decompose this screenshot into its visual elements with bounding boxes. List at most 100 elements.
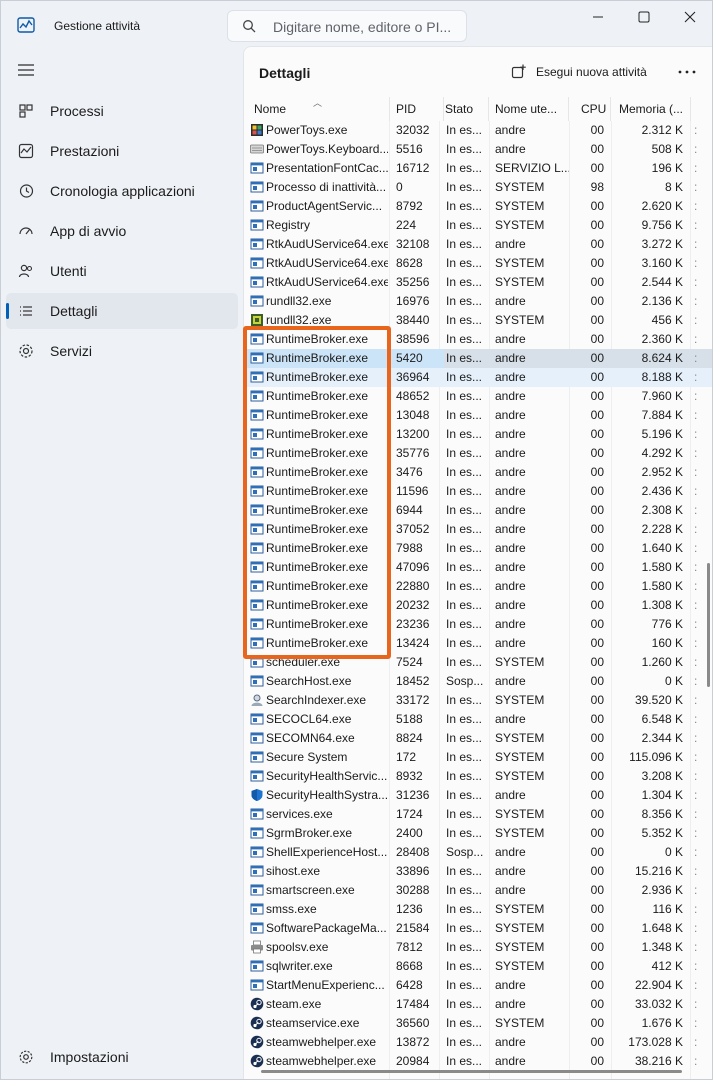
table-row[interactable]: rundll32.exe 16976 In es... andre 00 2.136 K: [244,292,712,311]
sidebar-item-processes[interactable]: Processi [6,93,238,129]
process-name: RuntimeBroker.exe [266,484,369,498]
table-row[interactable]: rundll32.exe 38440 In es... SYSTEM 00 456 K: [244,311,712,330]
more-options-icon[interactable] [676,64,698,80]
minimize-button[interactable] [575,1,621,33]
process-name: RtkAudUService64.exe [266,275,388,289]
table-row[interactable]: RuntimeBroker.exe 13424 In es... andre 00 160… [244,634,712,653]
cpu-cell: 00 [590,693,604,707]
pid-cell: 7812 [396,940,423,954]
sidebar-item-details[interactable]: Dettagli [6,293,238,329]
column-header-memory[interactable]: Memoria (... [611,97,691,121]
process-name-cell: RuntimeBroker.exe [244,596,390,615]
table-row[interactable]: Processo di inattività... 0 In es... SYSTEM… [244,178,712,197]
user-cell: SYSTEM [495,807,545,821]
table-row[interactable]: RtkAudUService64.exe 8628 In es... SYSTEM 00… [244,254,712,273]
table-row[interactable]: Secure System 172 In es... SYSTEM 00 115.096 … [244,748,712,767]
table-row[interactable]: SecurityHealthServic... 8932 In es... SYSTE… [244,767,712,786]
table-row[interactable]: RtkAudUService64.exe 32108 In es... andre 00… [244,235,712,254]
table-row[interactable]: smartscreen.exe 30288 In es... andre 00 2.936… [244,881,712,900]
table-row[interactable]: SECOMN64.exe 8824 In es... SYSTEM 00 2.344 K: [244,729,712,748]
sidebar-item-performance[interactable]: Prestazioni [6,133,238,169]
table-row[interactable]: RuntimeBroker.exe 3476 In es... andre 00 2.95… [244,463,712,482]
table-row[interactable]: RuntimeBroker.exe 36964 In es... andre 00 8.1… [244,368,712,387]
sidebar-item-services[interactable]: Servizi [6,333,238,369]
user-cell: andre [495,503,526,517]
user-cell: andre [495,712,526,726]
search-input[interactable]: Digitare nome, editore o PI... [227,10,467,42]
table-row[interactable]: steamservice.exe 36560 In es... SYSTEM 00 1.6… [244,1014,712,1033]
memory-cell: 8 K [664,180,683,194]
process-name-cell: steam.exe [244,995,390,1014]
maximize-button[interactable] [621,1,667,33]
table-row[interactable]: smss.exe 1236 In es... SYSTEM 00 116 K: [244,900,712,919]
table-row[interactable]: SearchHost.exe 18452 Sosp... andre 00 0 K: [244,672,712,691]
truncated-cell: : [694,845,698,859]
user-cell: andre [495,845,526,859]
table-row[interactable]: PowerToys.exe 32032 In es... andre 00 2.312 K… [244,121,712,140]
sidebar-item-users[interactable]: Utenti [6,253,238,289]
table-row[interactable]: StartMenuExperienc... 6428 In es... andre 00… [244,976,712,995]
table-row[interactable]: PresentationFontCac... 16712 In es... SERVI… [244,159,712,178]
column-header-status[interactable]: Stato [439,97,489,121]
memory-cell: 196 K [651,161,683,175]
table-row[interactable]: RuntimeBroker.exe 13200 In es... andre 00 5.1… [244,425,712,444]
table-row[interactable]: ShellExperienceHost... 28408 Sosp... andre 0… [244,843,712,862]
column-header-user[interactable]: Nome ute... [489,97,569,121]
memory-cell: 1.580 K [641,560,683,574]
table-row[interactable]: RuntimeBroker.exe 37052 In es... andre 00 2.2… [244,520,712,539]
horizontal-scrollbar[interactable] [261,1070,682,1073]
close-button[interactable] [667,1,712,33]
sidebar-item-settings[interactable]: Impostazioni [6,1039,238,1075]
column-header-cpu[interactable]: CPU [569,97,611,121]
sidebar-item-startup-apps[interactable]: App di avvio [6,213,238,249]
table-row[interactable]: PowerToys.Keyboard... 5516 In es... andre 00… [244,140,712,159]
table-row[interactable]: RuntimeBroker.exe 20232 In es... andre 00 1.3… [244,596,712,615]
column-header-name[interactable]: ︿ Nome [244,97,390,121]
table-row[interactable]: ProductAgentServic... 8792 In es... SYSTEM 0… [244,197,712,216]
sidebar-item-app-history[interactable]: Cronologia applicazioni [6,173,238,209]
table-row[interactable]: RuntimeBroker.exe 6944 In es... andre 00 2.30… [244,501,712,520]
table-row[interactable]: sqlwriter.exe 8668 In es... SYSTEM 00 412 K: [244,957,712,976]
user-cell: andre [495,142,526,156]
table-row[interactable]: SECOCL64.exe 5188 In es... andre 00 6.548 K: [244,710,712,729]
table-row[interactable]: RuntimeBroker.exe 11596 In es... andre 00 2.4… [244,482,712,501]
table-row[interactable]: sihost.exe 33896 In es... andre 00 15.216 K: [244,862,712,881]
table-row[interactable]: steamwebhelper.exe 20984 In es... andre 00 38… [244,1052,712,1071]
table-row[interactable]: steam.exe 17484 In es... andre 00 33.032 K: [244,995,712,1014]
table-row[interactable]: spoolsv.exe 7812 In es... SYSTEM 00 1.348 K: [244,938,712,957]
hamburger-menu-icon[interactable] [17,62,35,78]
table-row[interactable]: SearchIndexer.exe 33172 In es... SYSTEM 00 39… [244,691,712,710]
process-name: PresentationFontCac... [266,161,388,175]
table-row[interactable]: services.exe 1724 In es... SYSTEM 00 8.356 K: [244,805,712,824]
column-header-pid[interactable]: PID [390,97,444,121]
table-row[interactable]: RuntimeBroker.exe 47096 In es... andre 00 1.5… [244,558,712,577]
table-row[interactable]: RuntimeBroker.exe 13048 In es... andre 00 7.8… [244,406,712,425]
table-row[interactable]: SecurityHealthSystra... 31236 In es... andr… [244,786,712,805]
table-row[interactable]: SgrmBroker.exe 2400 In es... SYSTEM 00 5.352 … [244,824,712,843]
process-name-cell: RuntimeBroker.exe [244,463,390,482]
vertical-scrollbar[interactable] [707,563,710,687]
process-name: RtkAudUService64.exe [266,256,388,270]
table-row[interactable]: RtkAudUService64.exe 35256 In es... SYSTEM 0… [244,273,712,292]
table-row[interactable]: steamwebhelper.exe 13872 In es... andre 00 17… [244,1033,712,1052]
table-row[interactable]: RuntimeBroker.exe 22880 In es... andre 00 1.5… [244,577,712,596]
app-icon [250,466,264,478]
table-row[interactable]: RuntimeBroker.exe 35776 In es... andre 00 4.2… [244,444,712,463]
table-row[interactable]: scheduler.exe 7524 In es... SYSTEM 00 1.260 K… [244,653,712,672]
memory-cell: 173.028 K [628,1035,683,1049]
status-cell: In es... [446,598,483,612]
user-cell: andre [495,465,526,479]
table-header: ︿ Nome PID Stato Nome ute... CPU Memoria… [244,97,712,121]
user-cell: SYSTEM [495,655,545,669]
steam-icon [250,1054,264,1068]
process-name-cell: ShellExperienceHost... [244,843,390,862]
table-row[interactable]: RuntimeBroker.exe 7988 In es... andre 00 1.64… [244,539,712,558]
table-row[interactable]: RuntimeBroker.exe 5420 In es... andre 00 8.62… [244,349,712,368]
table-row[interactable]: SoftwarePackageMa... 21584 In es... SYSTEM 0… [244,919,712,938]
table-row[interactable]: Registry 224 In es... SYSTEM 00 9.756 K: [244,216,712,235]
table-row[interactable]: RuntimeBroker.exe 23236 In es... andre 00 776… [244,615,712,634]
process-name: RtkAudUService64.exe [266,237,388,251]
table-row[interactable]: RuntimeBroker.exe 48652 In es... andre 00 7.9… [244,387,712,406]
active-indicator [6,303,9,319]
table-row[interactable]: RuntimeBroker.exe 38596 In es... andre 00 2.3… [244,330,712,349]
